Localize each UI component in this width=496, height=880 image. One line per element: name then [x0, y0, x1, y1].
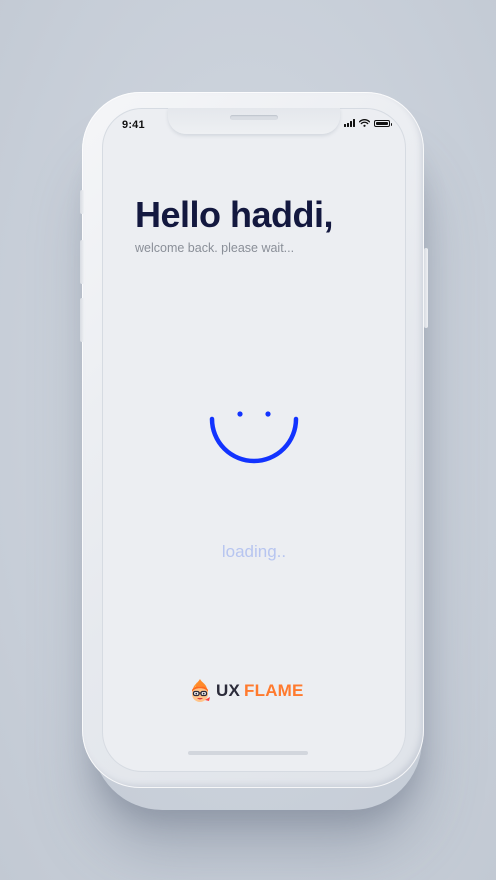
phone-screen: 9:41 Hello haddi, welcome back. please w…	[102, 108, 406, 772]
status-time: 9:41	[122, 119, 145, 131]
battery-full-icon	[374, 119, 392, 127]
brand-name-flame: FLAME	[244, 681, 304, 700]
brand-logo: UX FLAME	[188, 678, 304, 704]
ux-flame-mascot-icon	[192, 679, 210, 702]
speaker-grille	[230, 115, 278, 120]
home-indicator[interactable]	[188, 751, 308, 755]
welcome-subtitle: welcome back. please wait...	[135, 241, 295, 255]
notch	[168, 108, 340, 134]
greeting-title: Hello haddi,	[135, 194, 334, 235]
cellular-signal-icon	[344, 119, 355, 127]
loading-label: loading..	[221, 542, 287, 561]
volume-down-button	[80, 298, 84, 342]
volume-up-button	[80, 240, 84, 284]
wifi-icon	[359, 119, 370, 127]
background-stage: 9:41 Hello haddi, welcome back. please w…	[0, 0, 496, 880]
power-button	[424, 248, 428, 328]
smiley-left-eye	[237, 411, 243, 417]
smiley-loading-icon	[209, 411, 299, 464]
brand-name-ux: UX	[216, 681, 241, 700]
smiley-mouth	[209, 416, 299, 464]
status-icons	[344, 119, 392, 127]
mute-switch	[80, 190, 84, 214]
smiley-right-eye	[265, 411, 271, 417]
